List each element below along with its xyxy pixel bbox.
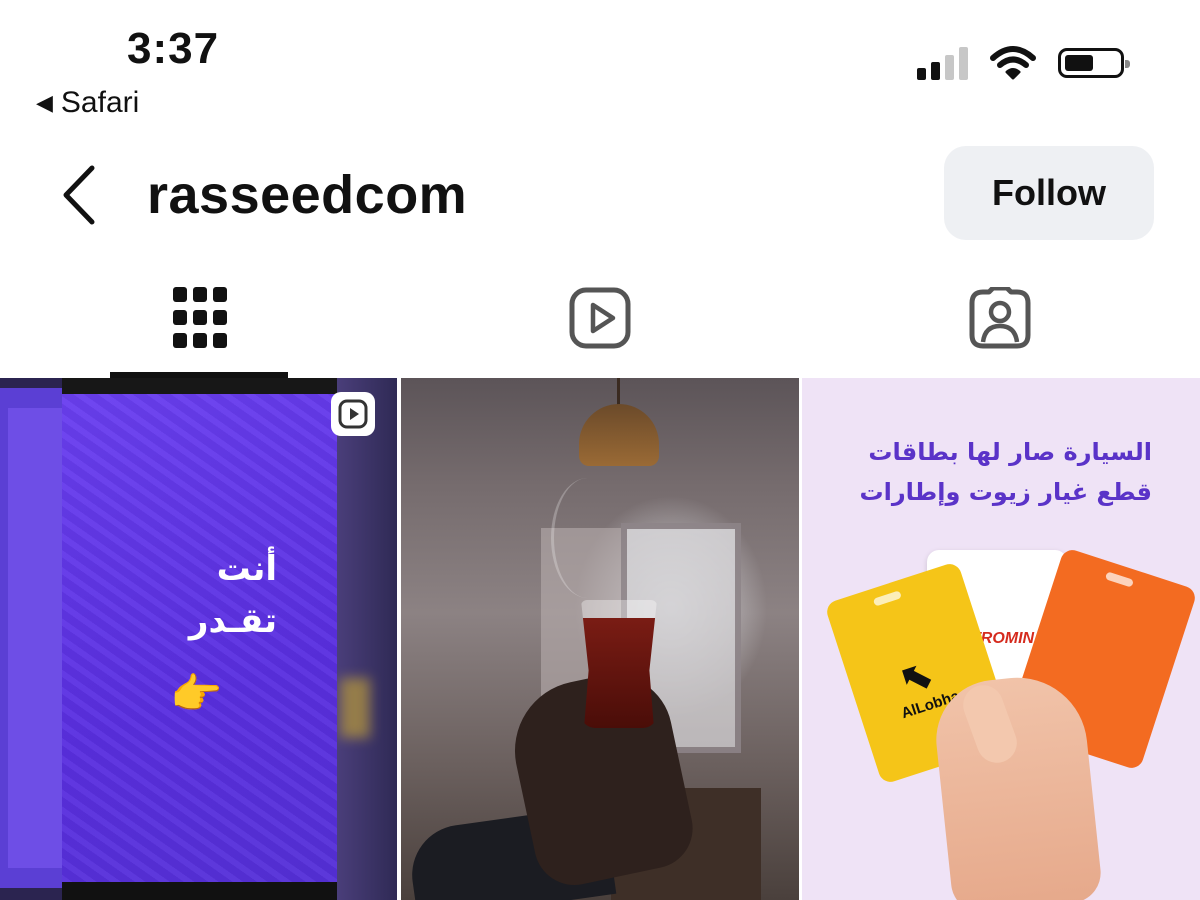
- overlay-line-1: أنت: [216, 549, 277, 589]
- follow-button[interactable]: Follow: [944, 146, 1154, 240]
- pointing-hand-emoji: 👉: [170, 670, 223, 717]
- post-thumbnail-gift-cards-ad[interactable]: السيارة صار لها بطاقات قطع غيار زيوت وإط…: [802, 378, 1200, 900]
- back-button[interactable]: [52, 160, 112, 230]
- grid-icon: [173, 287, 227, 348]
- signal-icon: [917, 46, 968, 80]
- post-thumbnail-tea-photo[interactable]: [401, 378, 799, 900]
- left-triangle-icon: ◀: [36, 90, 53, 115]
- battery-icon: [1058, 48, 1130, 78]
- wifi-icon: [990, 46, 1036, 80]
- tea-glass: [581, 600, 657, 728]
- overlay-line-2: تقـدر: [188, 601, 277, 641]
- profile-username: rasseedcom: [147, 165, 468, 225]
- tab-tagged[interactable]: [800, 270, 1200, 378]
- status-time: 3:37: [127, 24, 220, 73]
- tab-posts-grid[interactable]: [0, 270, 400, 378]
- posts-grid: أنت تقـدر 👉 السيارة صار لها بطاقات قطع غ…: [0, 378, 1200, 900]
- ad-headline: السيارة صار لها بطاقات قطع غيار زيوت وإط…: [822, 432, 1153, 512]
- reel-badge-icon: [331, 392, 375, 436]
- back-to-app-link[interactable]: ◀ Safari: [36, 86, 139, 120]
- pendant-lamp: [579, 404, 659, 466]
- profile-tabs: [0, 270, 1200, 378]
- back-app-label: Safari: [60, 86, 140, 119]
- reel-overlay-text: أنت تقـدر: [62, 543, 277, 647]
- headline-line-2: قطع غيار زيوت وإطارات: [859, 478, 1153, 506]
- reels-icon: [569, 287, 631, 349]
- headline-line-1: السيارة صار لها بطاقات: [868, 438, 1152, 466]
- tab-reels[interactable]: [400, 270, 800, 378]
- chevron-left-icon: [63, 165, 95, 225]
- post-thumbnail-reel[interactable]: أنت تقـدر 👉: [0, 378, 397, 900]
- tagged-person-icon: [969, 287, 1031, 349]
- status-icons: [917, 46, 1130, 80]
